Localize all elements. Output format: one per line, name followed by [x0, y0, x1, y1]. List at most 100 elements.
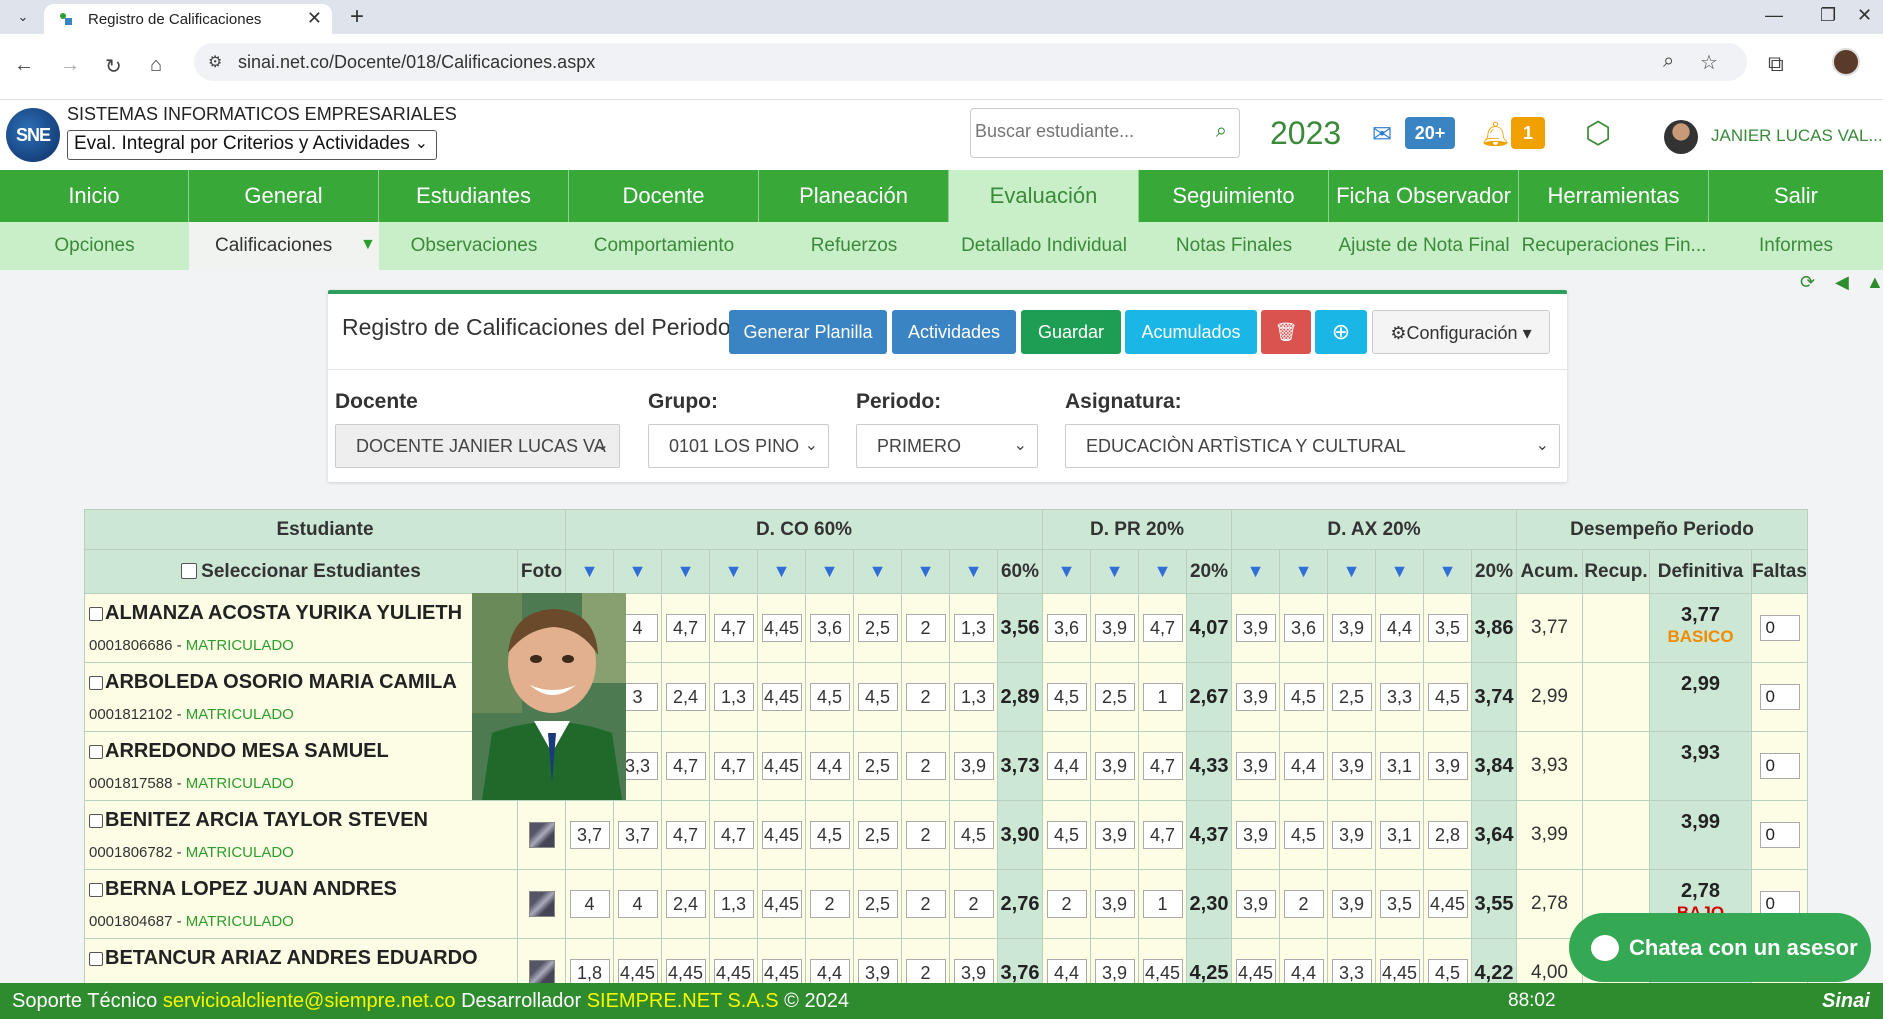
co-grade-input[interactable]: 1,3 [713, 683, 754, 711]
student-photo-cell[interactable] [517, 869, 566, 939]
nav-estudiantes[interactable]: Estudiantes [379, 170, 569, 222]
ax-activity-filter-icon[interactable]: ▼ [1231, 549, 1280, 594]
co-activity-filter-icon[interactable]: ▼ [757, 549, 806, 594]
help-button[interactable]: ⊕ [1315, 310, 1367, 354]
subnav-comportamiento[interactable]: Comportamiento [569, 222, 759, 270]
co-activity-filter-icon[interactable]: ▼ [709, 549, 758, 594]
co-grade-input[interactable]: 2,5 [857, 614, 898, 642]
tab-close-icon[interactable]: ✕ [307, 8, 322, 29]
guardar-button[interactable]: Guardar [1021, 310, 1121, 354]
pr-grade-input[interactable]: 4,5 [1046, 683, 1087, 711]
ax-grade-input[interactable]: 3,9 [1235, 683, 1276, 711]
nav-seguimiento[interactable]: Seguimiento [1139, 170, 1329, 222]
developer-link[interactable]: SIEMPRE.NET S.A.S [587, 990, 779, 1012]
pr-grade-input[interactable]: 4,7 [1142, 821, 1183, 849]
docente-select[interactable]: DOCENTE JANIER LUCAS VA ⌄ [335, 424, 620, 468]
faltas-input[interactable]: 0 [1759, 615, 1800, 641]
asignatura-select[interactable]: EDUCACIÒN ARTÌSTICA Y CULTURAL ⌄ [1065, 424, 1560, 468]
url-omnibox[interactable]: ⚙ sinai.net.co/Docente/018/Calificacione… [194, 43, 1747, 81]
co-grade-input[interactable]: 2 [905, 821, 946, 849]
co-grade-input[interactable]: 2,4 [665, 890, 706, 918]
pr-grade-input[interactable]: 3,9 [1094, 890, 1135, 918]
ax-grade-input[interactable]: 3,1 [1379, 752, 1420, 780]
acumulados-button[interactable]: Acumulados [1125, 310, 1257, 354]
cube-icon[interactable]: ⬡ [1585, 116, 1611, 151]
subnav-calificaciones[interactable]: Calificaciones [189, 222, 379, 270]
ax-grade-input[interactable]: 3,1 [1379, 821, 1420, 849]
co-grade-input[interactable]: 4,4 [809, 752, 850, 780]
co-grade-input[interactable]: 3,7 [569, 821, 610, 849]
student-checkbox[interactable] [89, 744, 103, 759]
co-grade-input[interactable]: 4,5 [953, 821, 994, 849]
pr-grade-input[interactable]: 4,7 [1142, 752, 1183, 780]
co-grade-input[interactable]: 2 [809, 890, 850, 918]
grupo-select[interactable]: 0101 LOS PINO ⌄ [648, 424, 829, 468]
nav-docente[interactable]: Docente [569, 170, 759, 222]
nav-evaluacion[interactable]: Evaluación [949, 170, 1139, 222]
co-activity-filter-icon[interactable]: ▼ [613, 549, 662, 594]
student-photo-thumbnail[interactable] [528, 822, 555, 848]
configuracion-button[interactable]: ⚙Configuración ▾ [1372, 310, 1550, 354]
nav-ficha-observador[interactable]: Ficha Observador [1329, 170, 1519, 222]
up-icon[interactable]: ▲ [1866, 272, 1883, 293]
pr-grade-input[interactable]: 2,5 [1094, 683, 1135, 711]
forward-icon[interactable]: → [60, 54, 80, 77]
pr-grade-input[interactable]: 2 [1046, 890, 1087, 918]
pr-grade-input[interactable]: 4,4 [1046, 752, 1087, 780]
co-grade-input[interactable]: 4,7 [713, 752, 754, 780]
home-icon[interactable]: ⌂ [150, 54, 162, 77]
subnav-recuperaciones[interactable]: Recuperaciones Fin... [1519, 222, 1709, 270]
ax-grade-input[interactable]: 4,4 [1283, 752, 1324, 780]
student-photo-cell[interactable] [517, 800, 566, 870]
co-grade-input[interactable]: 2,5 [857, 890, 898, 918]
pr-grade-input[interactable]: 4,5 [1046, 821, 1087, 849]
pr-activity-filter-icon[interactable]: ▼ [1138, 549, 1187, 594]
restore-icon[interactable]: ❐ [1820, 5, 1836, 26]
zoom-icon[interactable]: ⌕ [1663, 50, 1674, 73]
co-grade-input[interactable]: 4,7 [665, 614, 706, 642]
co-grade-input[interactable]: 4,7 [665, 752, 706, 780]
user-avatar[interactable] [1664, 120, 1698, 154]
ax-grade-input[interactable]: 3,6 [1283, 614, 1324, 642]
subnav-notas-finales[interactable]: Notas Finales [1139, 222, 1329, 270]
co-grade-input[interactable]: 4,45 [761, 614, 802, 642]
actividades-button[interactable]: Actividades [892, 310, 1016, 354]
co-activity-filter-icon[interactable]: ▼ [805, 549, 854, 594]
pr-grade-input[interactable]: 3,6 [1046, 614, 1087, 642]
ax-grade-input[interactable]: 4,5 [1427, 683, 1468, 711]
mail-count-badge[interactable]: 20+ [1405, 117, 1455, 149]
refresh-icon[interactable]: ⟳ [1800, 272, 1815, 293]
co-grade-input[interactable]: 2 [905, 890, 946, 918]
evaluation-type-select[interactable]: Eval. Integral por Criterios y Actividad… [67, 130, 437, 160]
nav-salir[interactable]: Salir [1709, 170, 1883, 222]
pr-grade-input[interactable]: 3,9 [1094, 752, 1135, 780]
pr-grade-input[interactable]: 1 [1142, 683, 1183, 711]
co-grade-input[interactable]: 3,6 [809, 614, 850, 642]
co-activity-filter-icon[interactable]: ▼ [661, 549, 710, 594]
ax-activity-filter-icon[interactable]: ▼ [1423, 549, 1472, 594]
notification-count-badge[interactable]: 1 [1511, 117, 1545, 149]
tab-search-chevron-icon[interactable]: ⌄ [10, 6, 36, 28]
co-grade-input[interactable]: 4 [569, 890, 610, 918]
close-window-icon[interactable]: ✕ [1857, 5, 1872, 26]
faltas-input[interactable]: 0 [1759, 753, 1800, 779]
co-grade-input[interactable]: 3,9 [953, 752, 994, 780]
ax-grade-input[interactable]: 3,9 [1235, 614, 1276, 642]
co-grade-input[interactable]: 4,7 [665, 821, 706, 849]
subnav-ajuste-nota-final[interactable]: Ajuste de Nota Final [1329, 222, 1519, 270]
ax-grade-input[interactable]: 3,9 [1331, 614, 1372, 642]
pr-activity-filter-icon[interactable]: ▼ [1042, 549, 1091, 594]
search-icon[interactable]: ⌕ [1216, 120, 1227, 143]
student-photo-thumbnail[interactable] [528, 891, 555, 917]
co-grade-input[interactable]: 2 [905, 752, 946, 780]
ax-grade-input[interactable]: 3,5 [1379, 890, 1420, 918]
minimize-icon[interactable]: — [1765, 5, 1783, 26]
student-checkbox[interactable] [89, 813, 103, 828]
pr-activity-filter-icon[interactable]: ▼ [1090, 549, 1139, 594]
ax-grade-input[interactable]: 4,45 [1427, 890, 1468, 918]
co-grade-input[interactable]: 2 [905, 614, 946, 642]
faltas-input[interactable]: 0 [1759, 684, 1800, 710]
user-name[interactable]: JANIER LUCAS VAL... [1711, 126, 1883, 146]
profile-avatar[interactable] [1832, 48, 1860, 76]
nav-planeacion[interactable]: Planeación [759, 170, 949, 222]
